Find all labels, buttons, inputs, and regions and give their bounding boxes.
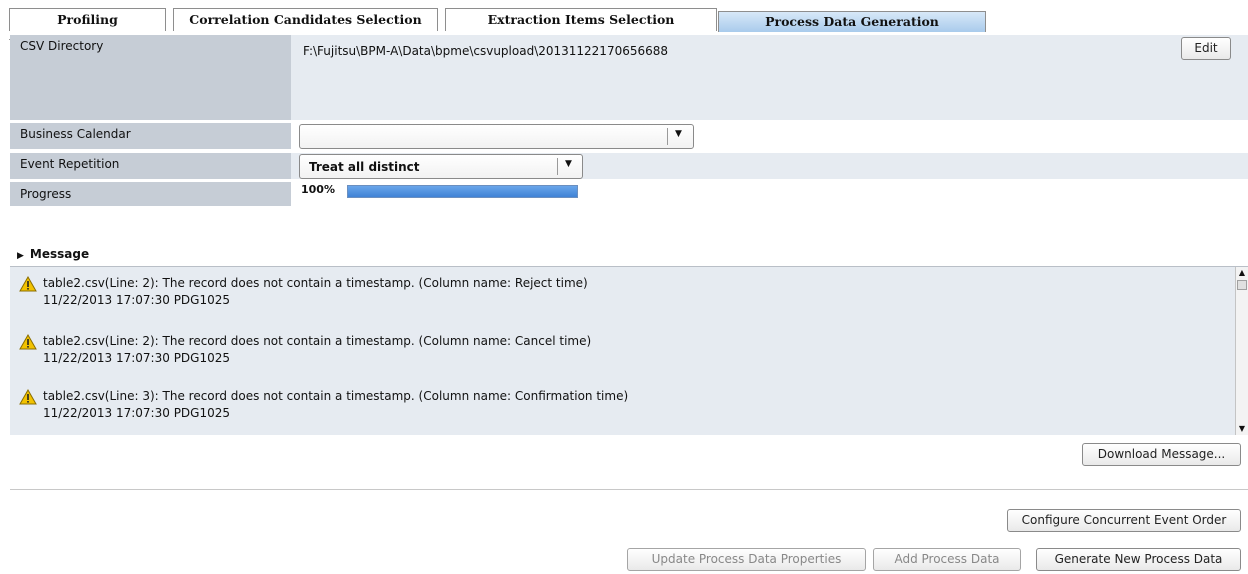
event-repetition-value: Treat all distinct	[309, 160, 420, 174]
message-meta: 11/22/2013 17:07:30 PDG1025	[43, 406, 231, 420]
tab-process-data-generation[interactable]: Process Data Generation	[718, 11, 986, 32]
event-repetition-label: Event Repetition	[10, 153, 291, 179]
edit-button[interactable]: Edit	[1181, 37, 1231, 60]
download-message-button[interactable]: Download Message...	[1082, 443, 1241, 466]
progress-percent: 100%	[301, 183, 335, 196]
event-repetition-row: Event Repetition Treat all distinct ▼	[10, 153, 1248, 179]
warning-icon	[19, 276, 37, 292]
warning-icon	[19, 334, 37, 350]
add-process-data-button[interactable]: Add Process Data	[873, 548, 1021, 571]
warning-icon	[19, 389, 37, 405]
message-header: Message	[29, 247, 90, 261]
tab-extraction-items-selection[interactable]: Extraction Items Selection	[445, 8, 717, 31]
progress-label: Progress	[10, 182, 291, 206]
generate-new-process-data-button[interactable]: Generate New Process Data	[1036, 548, 1241, 571]
business-calendar-row: Business Calendar ▼	[10, 123, 1248, 149]
tab-profiling[interactable]: Profiling	[9, 8, 166, 31]
business-calendar-label: Business Calendar	[10, 123, 291, 149]
business-calendar-select[interactable]: ▼	[299, 124, 694, 149]
message-scrollbar[interactable]: ▲ ▼	[1235, 267, 1248, 435]
event-repetition-select[interactable]: Treat all distinct ▼	[299, 154, 583, 179]
csv-directory-label: CSV Directory	[10, 35, 291, 120]
update-process-data-properties-button[interactable]: Update Process Data Properties	[627, 548, 866, 571]
message-toggle[interactable]: ▶ Message	[17, 247, 89, 261]
tab-correlation-candidates-selection[interactable]: Correlation Candidates Selection	[173, 8, 438, 31]
progress-fill	[348, 186, 577, 197]
scroll-up-icon[interactable]: ▲	[1236, 267, 1248, 279]
csv-directory-row: CSV Directory F:\Fujitsu\BPM-A\Data\bpme…	[10, 35, 1248, 120]
message-text: table2.csv(Line: 3): The record does not…	[43, 389, 629, 403]
tab-bar: Profiling Correlation Candidates Selecti…	[9, 8, 1248, 40]
scroll-down-icon[interactable]: ▼	[1236, 423, 1248, 435]
progress-bar	[347, 185, 578, 198]
message-meta: 11/22/2013 17:07:30 PDG1025	[43, 293, 231, 307]
message-panel: table2.csv(Line: 2): The record does not…	[10, 266, 1248, 435]
message-text: table2.csv(Line: 2): The record does not…	[43, 334, 592, 348]
message-text: table2.csv(Line: 2): The record does not…	[43, 276, 588, 290]
progress-row: Progress 100%	[10, 182, 1248, 206]
scroll-thumb[interactable]	[1237, 280, 1247, 290]
chevron-down-icon: ▼	[675, 129, 682, 139]
divider	[10, 489, 1248, 490]
csv-directory-value: F:\Fujitsu\BPM-A\Data\bpme\csvupload\201…	[303, 44, 669, 58]
chevron-down-icon: ▼	[565, 159, 572, 169]
caret-right-icon: ▶	[17, 251, 24, 261]
message-meta: 11/22/2013 17:07:30 PDG1025	[43, 351, 231, 365]
configure-concurrent-event-order-button[interactable]: Configure Concurrent Event Order	[1007, 509, 1241, 532]
